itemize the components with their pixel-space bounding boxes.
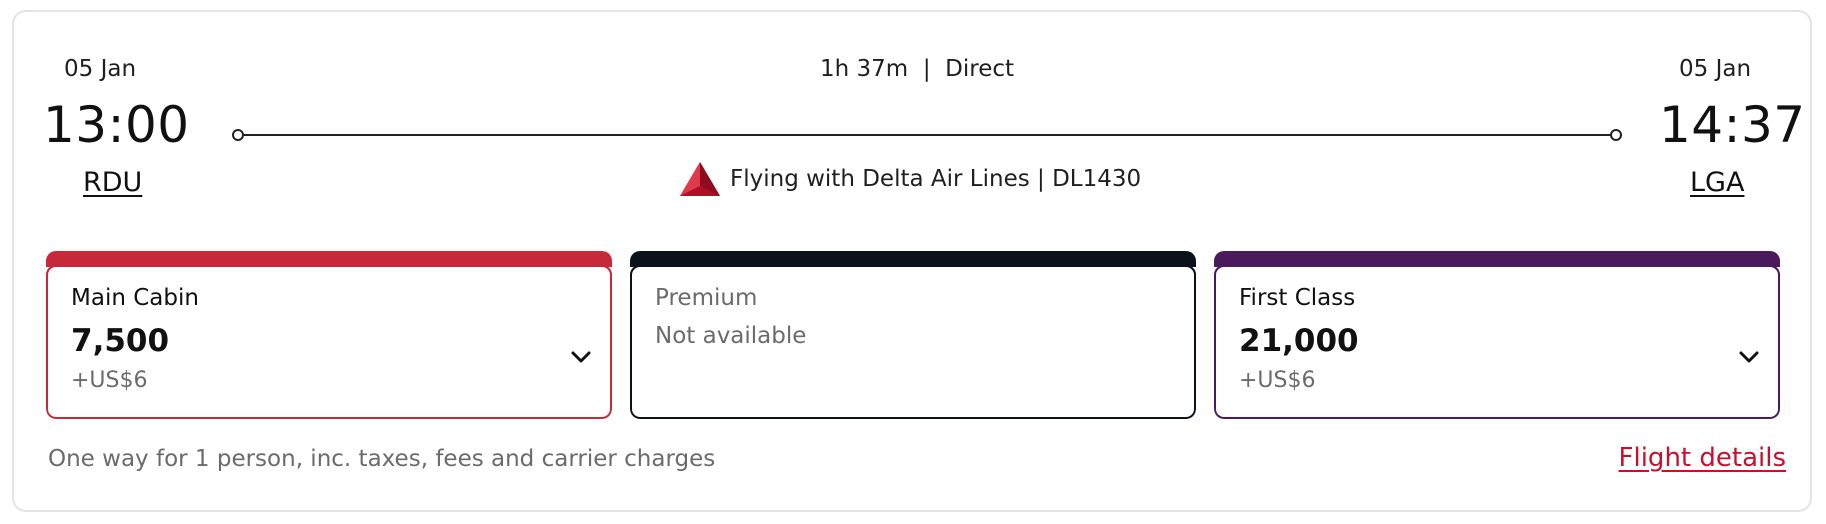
fare-points: 7,500 [71,323,170,359]
flight-details-link[interactable]: Flight details [1619,443,1786,473]
route-line [238,134,1616,136]
fare-option-premium: Premium Not available [630,251,1196,419]
fare-fee: +US$6 [1239,368,1316,393]
fare-name: Premium [655,285,758,311]
route-end-dot [1610,129,1622,141]
delta-logo-icon [680,162,720,196]
fare-option-main-cabin[interactable]: Main Cabin 7,500 +US$6 [46,251,612,419]
fare-option-first-class[interactable]: First Class 21,000 +US$6 [1214,251,1780,419]
carrier-info: Flying with Delta Air Lines | DL1430 [680,162,1141,196]
departure-airport-link[interactable]: RDU [83,167,142,198]
flight-result-card: 05 Jan 13:00 RDU 1h 37m | Direct Flying … [12,10,1812,512]
fare-disclaimer: One way for 1 person, inc. taxes, fees a… [48,446,716,472]
duration-stops: 1h 37m | Direct [820,56,1015,82]
chevron-down-icon[interactable] [570,349,592,365]
route-start-dot [232,129,244,141]
departure-time: 13:00 [43,96,190,154]
fare-name: Main Cabin [71,285,199,311]
fare-status: Not available [655,323,807,349]
arrival-date: 05 Jan [1679,56,1752,82]
fare-fee: +US$6 [71,368,148,393]
fare-name: First Class [1239,285,1356,311]
chevron-down-icon[interactable] [1738,349,1760,365]
arrival-airport-link[interactable]: LGA [1690,167,1744,198]
arrival-time: 14:37 [1659,96,1806,154]
carrier-text: Flying with Delta Air Lines | DL1430 [730,166,1142,192]
departure-date: 05 Jan [64,56,137,82]
fare-points: 21,000 [1239,323,1359,359]
